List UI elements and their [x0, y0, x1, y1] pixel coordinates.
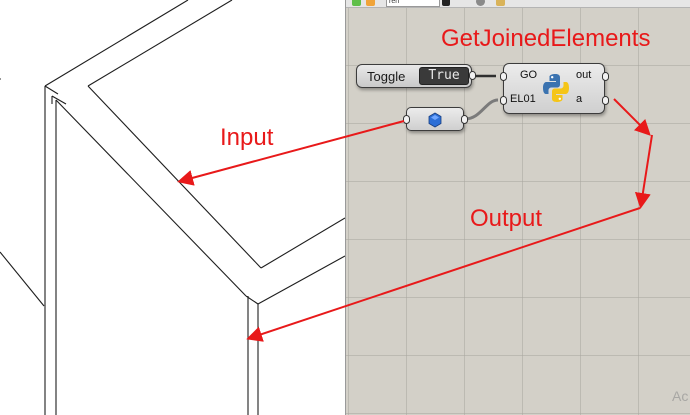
screenshot-stage: ren Toggle True GO EL01 out a GetJoinedE… [0, 0, 690, 415]
output-grip-a[interactable] [602, 96, 609, 105]
cad-edge [44, 85, 59, 95]
output-annotation: Output [470, 205, 543, 232]
boolean-toggle[interactable]: Toggle True [356, 64, 476, 88]
element-parameter[interactable] [403, 107, 468, 131]
toggle-value[interactable]: True [419, 67, 469, 85]
cad-viewport[interactable] [0, 0, 345, 415]
title-annotation: GetJoinedElements [441, 25, 651, 52]
cad-edge [87, 85, 262, 269]
toggle-output-grip[interactable] [469, 71, 476, 80]
param-input-grip[interactable] [403, 115, 410, 124]
cad-edge [257, 255, 345, 305]
input-grip-go[interactable] [500, 72, 507, 81]
input-annotation: Input [220, 124, 274, 151]
cad-edge [55, 99, 247, 297]
output-port-a[interactable]: a [576, 93, 582, 105]
cad-edge [0, 251, 45, 307]
cad-geometry [0, 0, 345, 415]
revit-element-icon [428, 112, 442, 128]
input-grip-el01[interactable] [500, 96, 507, 105]
python-icon [543, 74, 569, 102]
cad-edge [44, 0, 189, 87]
ghpython-component[interactable]: GO EL01 out a [500, 63, 609, 114]
input-port-go[interactable]: GO [520, 69, 537, 81]
toggle-label: Toggle [367, 69, 406, 84]
cad-edge [87, 0, 233, 87]
output-grip-out[interactable] [602, 72, 609, 81]
input-port-el01[interactable]: EL01 [510, 93, 536, 105]
param-output-grip[interactable] [461, 115, 468, 124]
output-port-out[interactable]: out [576, 69, 591, 81]
activation-watermark: Ac [672, 388, 689, 404]
wire-param-el01 [464, 98, 499, 121]
cad-edge [260, 217, 345, 269]
